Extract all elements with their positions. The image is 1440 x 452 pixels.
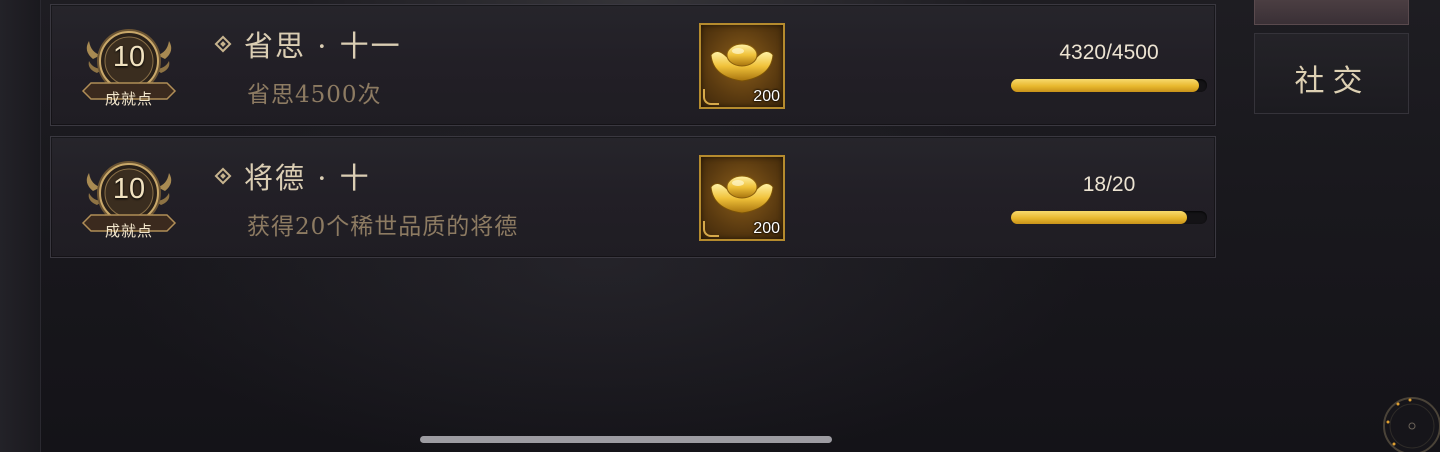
achievement-description: 获得20个稀世品质的将德 [247, 214, 519, 240]
corner-ornament [703, 221, 719, 237]
corner-ring-icon[interactable] [1380, 394, 1440, 452]
reward-count: 200 [753, 220, 780, 237]
home-indicator[interactable] [420, 436, 832, 443]
achievement-screen: 10 成就点 省思 · 十一 省思4500次 200 4320/4500 10 … [0, 0, 1440, 452]
side-tab-selected[interactable] [1254, 0, 1409, 25]
achievement-points-medal: 10 成就点 [79, 21, 179, 113]
achievement-title: 将德 · 十 [244, 161, 371, 195]
progress-text: 4320/4500 [1059, 41, 1159, 64]
diamond-bullet-icon [214, 35, 232, 53]
progress-text: 18/20 [1082, 173, 1136, 196]
reward-slot[interactable]: 200 [699, 23, 785, 109]
points-value: 10 [112, 41, 146, 73]
points-value: 10 [112, 173, 146, 205]
progress-fill [1011, 79, 1200, 92]
reward-slot[interactable]: 200 [699, 155, 785, 241]
achievement-description: 省思4500次 [247, 82, 382, 108]
achievement-card[interactable]: 10 成就点 省思 · 十一 省思4500次 200 4320/4500 [50, 4, 1216, 126]
points-label: 成就点 [104, 90, 153, 108]
gold-ingot-icon [710, 43, 774, 82]
achievement-title: 省思 · 十一 [244, 29, 402, 63]
side-tab-social[interactable]: 社交 [1254, 33, 1409, 114]
gold-ingot-icon [710, 175, 774, 214]
achievement-card[interactable]: 10 成就点 将德 · 十 获得20个稀世品质的将德 200 18/20 [50, 136, 1216, 258]
corner-ornament [703, 89, 719, 105]
diamond-bullet-icon [214, 167, 232, 185]
side-tab-label: 社交 [1294, 64, 1371, 99]
reward-count: 200 [753, 88, 780, 105]
achievement-points-medal: 10 成就点 [79, 153, 179, 245]
left-panel-edge [0, 0, 41, 452]
progress-bar [1011, 211, 1207, 224]
progress-fill [1011, 211, 1188, 224]
progress-bar [1011, 79, 1207, 92]
points-label: 成就点 [104, 222, 153, 240]
achievement-list: 10 成就点 省思 · 十一 省思4500次 200 4320/4500 10 … [48, 0, 1220, 262]
